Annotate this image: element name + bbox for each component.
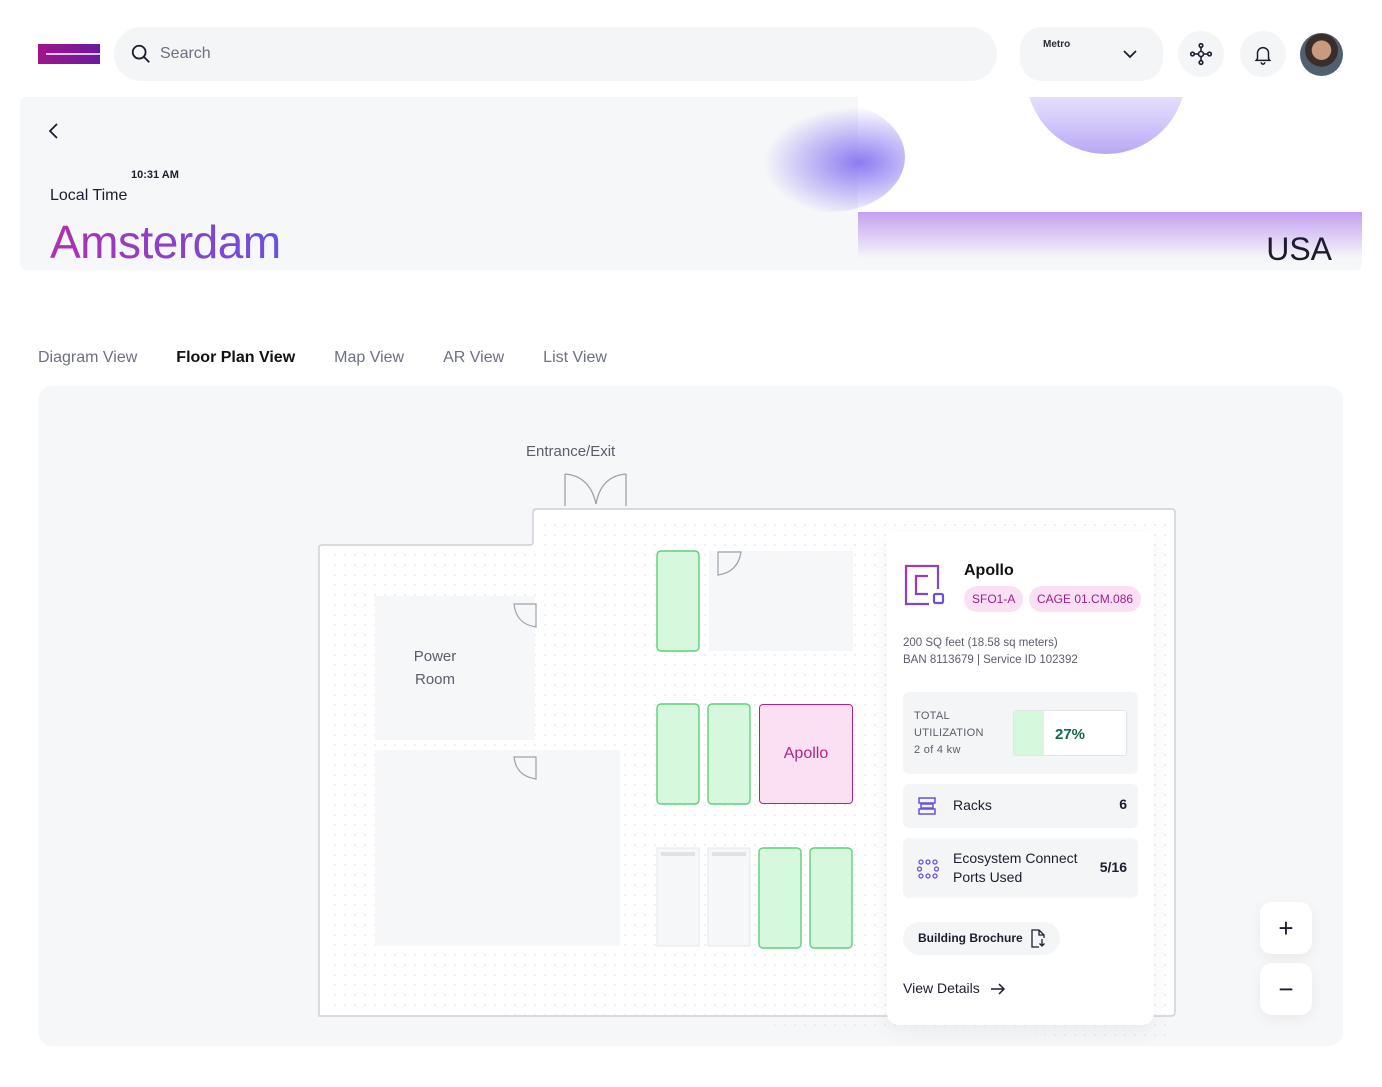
entrance-door-icon: [564, 473, 627, 506]
download-document-icon: [1031, 929, 1045, 948]
zoom-out-button[interactable]: −: [1260, 963, 1312, 1015]
power-room-label-line2: Room: [414, 671, 455, 688]
power-room-label: Power Room: [395, 645, 475, 691]
apollo-cage[interactable]: Apollo: [759, 704, 853, 804]
utilization-label-2: UTILIZATION: [914, 727, 984, 739]
page: Metro 10:31 AM Local Time Amsterdam USA …: [0, 0, 1382, 1087]
zoom-in-button[interactable]: +: [1260, 902, 1312, 954]
racks-value: 6: [1119, 796, 1127, 812]
utilization-card: TOTAL UTILIZATION 2 of 4 kw 27%: [903, 692, 1138, 774]
cage-title: Apollo: [964, 562, 1014, 579]
utilization-kw: 2 of 4 kw: [914, 744, 961, 756]
entrance-label: Entrance/Exit: [526, 443, 616, 460]
site-tag: SFO1-A: [964, 586, 1024, 612]
ports-value: 5/16: [1099, 859, 1127, 875]
cage-area: 200 SQ feet (18.58 sq meters): [903, 637, 1058, 649]
arrow-right-icon: [991, 983, 1006, 995]
floor-plan-drawing: [318, 473, 1176, 1040]
cage-details-panel: Apollo SFO1-A CAGE 01.CM.086 200 SQ feet…: [887, 532, 1154, 1025]
view-details-link[interactable]: View Details: [903, 980, 1006, 996]
utilization-label-1: TOTAL: [914, 710, 950, 722]
racks-row[interactable]: Racks 6: [903, 784, 1138, 828]
building-brochure-button[interactable]: Building Brochure: [903, 922, 1060, 955]
ports-label-2: Ports Used: [953, 869, 1023, 885]
ports-label-1: Ecosystem Connect: [953, 850, 1078, 866]
cage-tag: CAGE 01.CM.086: [1029, 586, 1142, 612]
empty-rack: [656, 847, 700, 947]
rack: [656, 703, 700, 805]
rack: [656, 550, 700, 652]
storage-room: [375, 750, 620, 946]
building-brochure-label: Building Brochure: [918, 931, 1023, 945]
ports-icon: [917, 859, 939, 879]
rack: [758, 847, 802, 949]
utilization-percent: 27%: [1055, 726, 1086, 743]
utilization-bar-fill: [1014, 711, 1045, 755]
view-details-label: View Details: [903, 980, 980, 996]
rack-icon: [918, 797, 936, 815]
small-room: [709, 551, 853, 651]
rack: [707, 703, 751, 805]
cage-ids: BAN 8113679 | Service ID 102392: [903, 654, 1078, 666]
rack: [809, 847, 853, 949]
utilization-bar: 27%: [1013, 710, 1127, 756]
racks-label: Racks: [953, 797, 992, 813]
power-room-label-line1: Power: [413, 648, 457, 665]
ports-row[interactable]: Ecosystem Connect Ports Used 5/16: [903, 838, 1138, 898]
empty-rack: [707, 847, 751, 947]
cage-icon: [904, 564, 945, 606]
